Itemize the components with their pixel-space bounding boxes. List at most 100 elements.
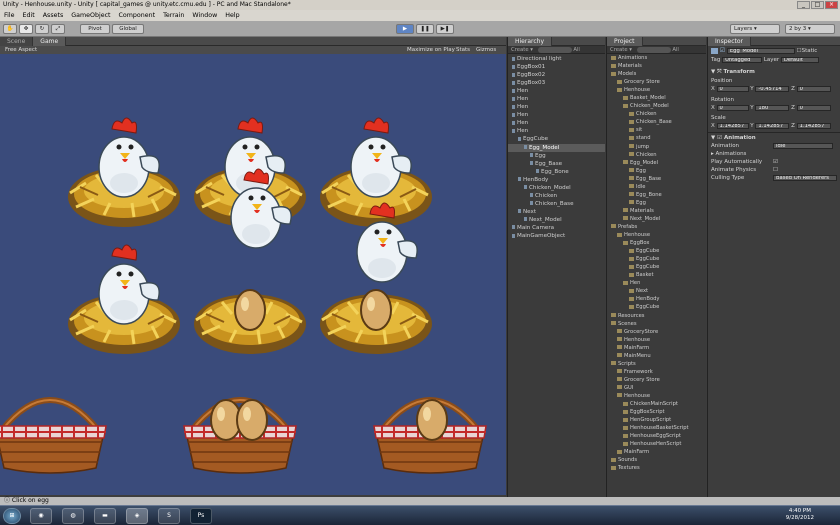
- gizmos-toggle[interactable]: Gizmos: [476, 46, 496, 54]
- menu-edit[interactable]: Edit: [19, 10, 39, 21]
- hierarchy-search-input[interactable]: [537, 46, 572, 53]
- pivot-toggle[interactable]: Pivot: [80, 24, 110, 34]
- maximize-on-play-toggle[interactable]: Maximize on Play: [407, 46, 455, 54]
- tab-game[interactable]: Game: [33, 37, 67, 46]
- tab-scene[interactable]: Scene: [0, 37, 34, 46]
- rotation-z-field[interactable]: 0: [796, 104, 831, 111]
- hierarchy-item[interactable]: HenBody: [508, 176, 605, 184]
- layers-dropdown[interactable]: Layers ▾: [730, 24, 780, 34]
- animations-foldout-icon[interactable]: ▸: [711, 151, 714, 157]
- transform-foldout-icon[interactable]: ▼: [711, 69, 715, 75]
- object-name-field[interactable]: Egg_Model: [726, 47, 795, 54]
- chrome-icon[interactable]: ◉: [30, 508, 52, 524]
- basket-sprite[interactable]: [0, 400, 106, 473]
- hierarchy-item[interactable]: EggBox02: [508, 71, 605, 79]
- project-item[interactable]: Next_Model: [607, 215, 706, 223]
- egg-sprite[interactable]: [234, 289, 266, 331]
- basket-egg-sprite[interactable]: [236, 399, 268, 441]
- hierarchy-item[interactable]: Hen: [508, 87, 605, 95]
- scale-z-field[interactable]: 1.142857: [796, 122, 831, 129]
- position-x-field[interactable]: 0: [716, 85, 749, 92]
- project-item[interactable]: EggCube: [607, 247, 706, 255]
- hierarchy-search-filter[interactable]: All: [573, 47, 580, 53]
- explorer-folder-icon[interactable]: ▬: [94, 508, 116, 524]
- unity-icon[interactable]: ◈: [126, 508, 148, 524]
- project-item[interactable]: Chicken_Base: [607, 118, 706, 126]
- rotation-x-field[interactable]: 0: [716, 104, 749, 111]
- project-item[interactable]: Grocery Store: [607, 78, 706, 86]
- rotate-tool-icon[interactable]: ↻: [35, 24, 49, 34]
- project-item[interactable]: Chicken: [607, 110, 706, 118]
- stats-toggle[interactable]: Stats: [456, 46, 470, 54]
- project-item[interactable]: HenGroupScript: [607, 416, 706, 424]
- project-item[interactable]: Egg: [607, 199, 706, 207]
- project-item[interactable]: Henhouse: [607, 231, 706, 239]
- project-item[interactable]: Henhouse: [607, 336, 706, 344]
- project-item[interactable]: Scenes: [607, 320, 706, 328]
- project-item[interactable]: sit: [607, 126, 706, 134]
- game-view[interactable]: [0, 54, 506, 495]
- step-button[interactable]: ▶❚: [436, 24, 454, 34]
- hierarchy-item[interactable]: Hen: [508, 95, 605, 103]
- project-item[interactable]: Resources: [607, 312, 706, 320]
- project-item[interactable]: Egg_Model: [607, 159, 706, 167]
- maximize-button[interactable]: □: [811, 1, 824, 9]
- project-item[interactable]: Henhouse: [607, 392, 706, 400]
- hierarchy-item[interactable]: EggBox01: [508, 63, 605, 71]
- menu-terrain[interactable]: Terrain: [159, 10, 188, 21]
- play-automatically-checkbox[interactable]: ☑: [773, 159, 778, 165]
- layer-dropdown[interactable]: Default: [780, 56, 819, 63]
- project-item[interactable]: Textures: [607, 464, 706, 472]
- position-z-field[interactable]: 0: [796, 85, 831, 92]
- animation-clip-field[interactable]: Idle: [773, 142, 833, 149]
- hierarchy-item[interactable]: Next: [508, 208, 605, 216]
- project-item[interactable]: HenBody: [607, 295, 706, 303]
- rotation-y-field[interactable]: 180: [755, 104, 790, 111]
- egg-sprite[interactable]: [360, 289, 392, 331]
- project-item[interactable]: Next: [607, 287, 706, 295]
- hierarchy-item[interactable]: Main Camera: [508, 224, 605, 232]
- project-item[interactable]: Materials: [607, 207, 706, 215]
- scale-tool-icon[interactable]: ⤢: [51, 24, 65, 34]
- project-item[interactable]: jump: [607, 143, 706, 151]
- project-item[interactable]: MainMenu: [607, 352, 706, 360]
- project-item[interactable]: ChickenMainScript: [607, 400, 706, 408]
- project-item[interactable]: Basket_Model: [607, 94, 706, 102]
- menu-gameobject[interactable]: GameObject: [67, 10, 114, 21]
- global-toggle[interactable]: Global: [112, 24, 144, 34]
- project-item[interactable]: Models: [607, 70, 706, 78]
- project-create-button[interactable]: Create: [610, 47, 628, 53]
- hand-tool-icon[interactable]: ✋: [3, 24, 17, 34]
- project-item[interactable]: HenhouseHenScript: [607, 440, 706, 448]
- project-item[interactable]: Materials: [607, 62, 706, 70]
- play-button[interactable]: ▶: [396, 24, 414, 34]
- menu-file[interactable]: File: [0, 10, 19, 21]
- scale-y-field[interactable]: 1.142857: [755, 122, 790, 129]
- aspect-dropdown[interactable]: Free Aspect: [5, 46, 37, 54]
- project-item[interactable]: Egg_Base: [607, 175, 706, 183]
- photoshop-icon[interactable]: Ps: [190, 508, 212, 524]
- animation-foldout-icon[interactable]: ▼: [711, 135, 715, 141]
- project-item[interactable]: stand: [607, 134, 706, 142]
- menu-window[interactable]: Window: [188, 10, 221, 21]
- start-button-icon[interactable]: ⊞: [3, 508, 21, 524]
- menu-help[interactable]: Help: [221, 10, 243, 21]
- active-checkbox[interactable]: ☑: [720, 47, 725, 54]
- project-search-input[interactable]: [636, 46, 671, 53]
- move-tool-icon[interactable]: ✥: [19, 24, 33, 34]
- project-item[interactable]: EggBoxScript: [607, 408, 706, 416]
- firefox-icon[interactable]: ◍: [62, 508, 84, 524]
- project-item[interactable]: Animations: [607, 54, 706, 62]
- basket-egg-sprite[interactable]: [416, 399, 448, 441]
- tab-inspector[interactable]: Inspector: [708, 37, 751, 46]
- project-item[interactable]: GUI: [607, 384, 706, 392]
- hierarchy-item[interactable]: Hen: [508, 119, 605, 127]
- hierarchy-item[interactable]: Next_Model: [508, 216, 605, 224]
- project-item[interactable]: Chicken_Model: [607, 102, 706, 110]
- project-item[interactable]: Scripts: [607, 360, 706, 368]
- hierarchy-item[interactable]: MainGameObject: [508, 232, 605, 240]
- project-item[interactable]: Sounds: [607, 456, 706, 464]
- project-item[interactable]: EggBox: [607, 239, 706, 247]
- tab-hierarchy[interactable]: Hierarchy: [508, 37, 553, 46]
- hierarchy-item[interactable]: EggBox03: [508, 79, 605, 87]
